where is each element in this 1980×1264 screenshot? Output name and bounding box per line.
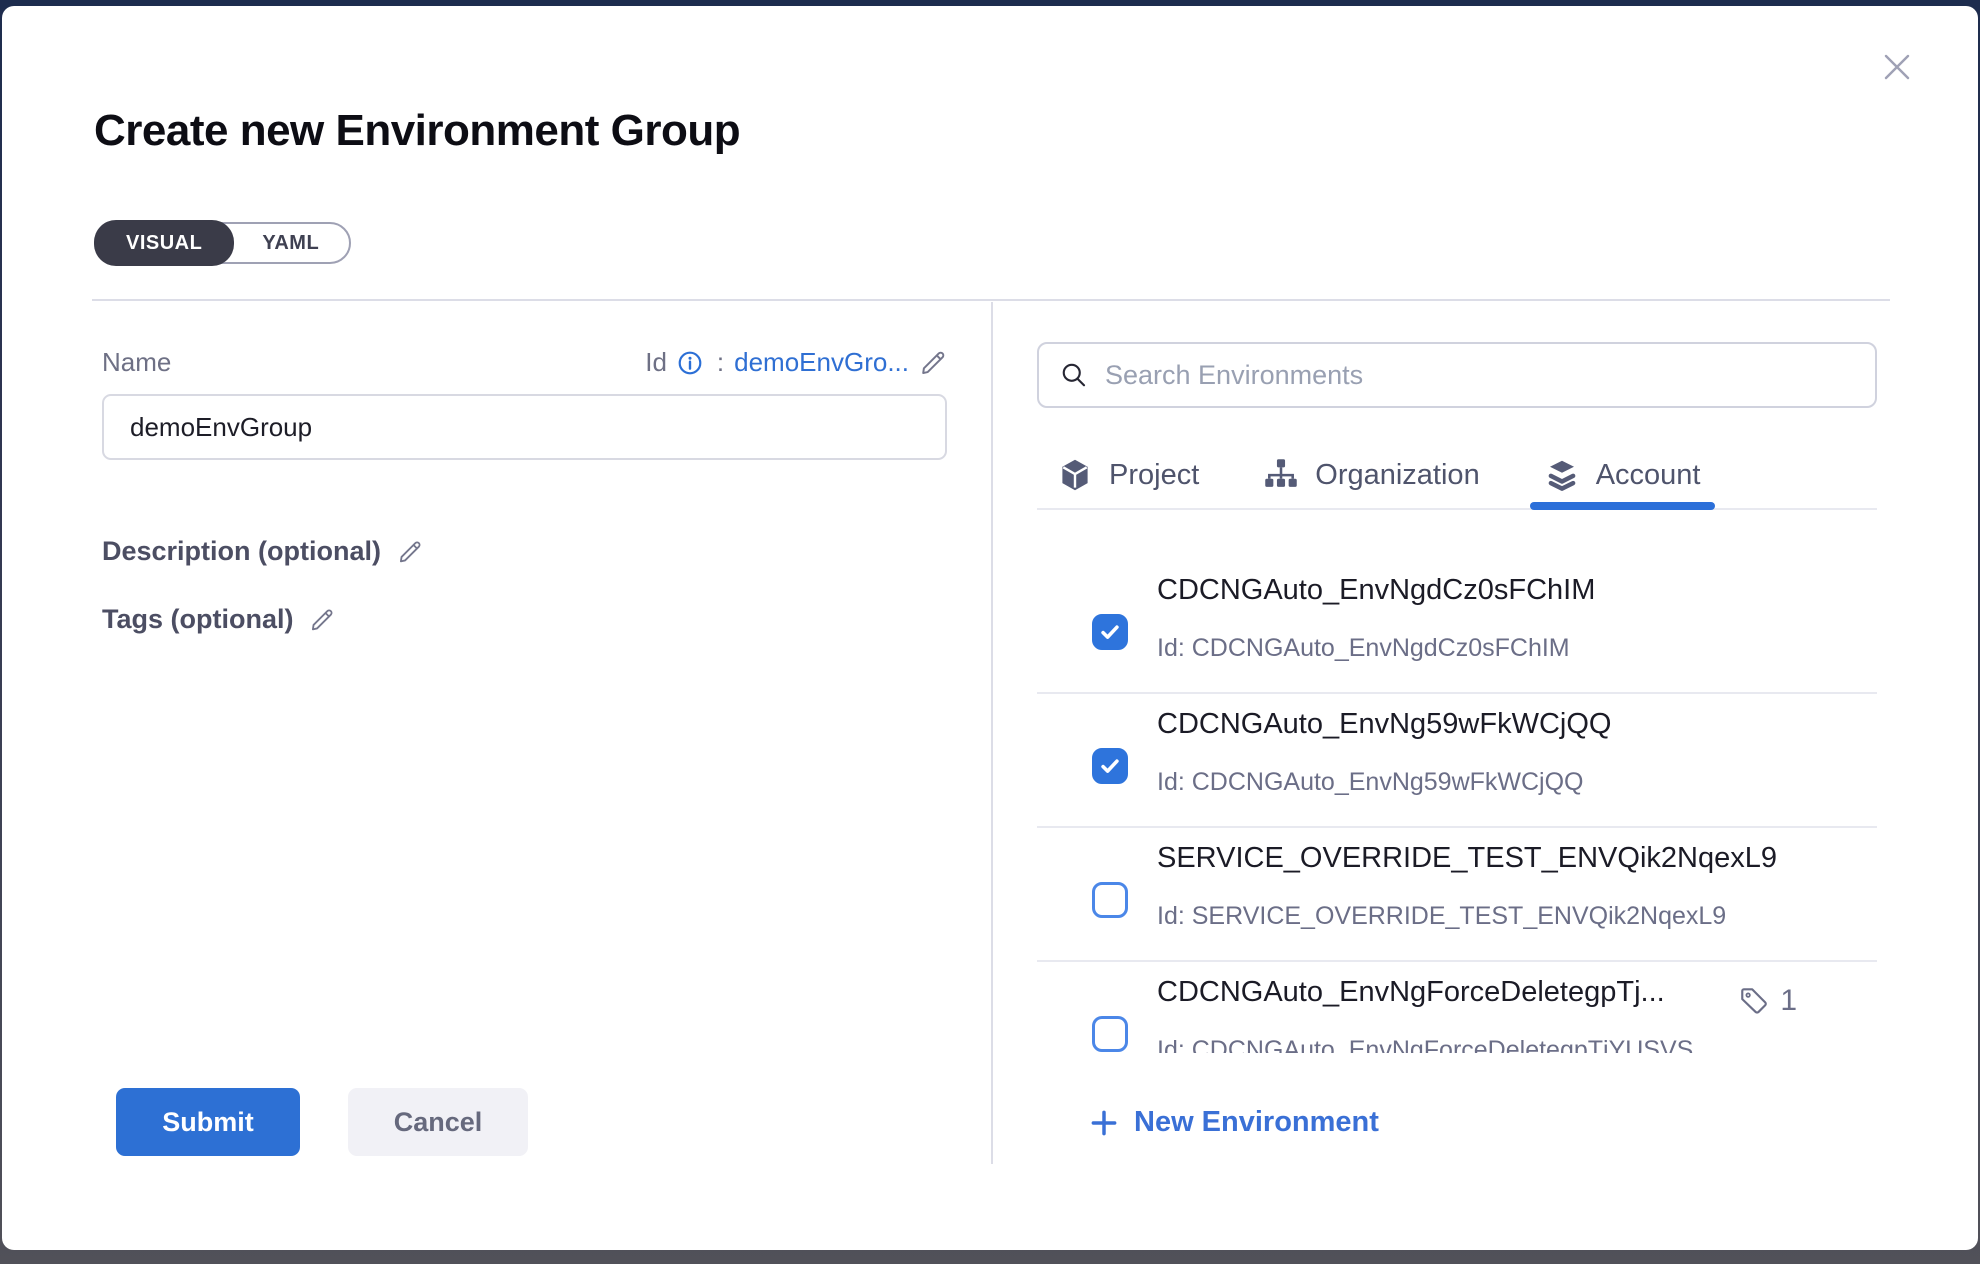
tag-count: 1 [1780,984,1797,1018]
description-row: Description (optional) [102,536,423,567]
new-environment-button[interactable]: New Environment [1088,1106,1379,1139]
environment-name: CDCNGAuto_EnvNgForceDeletegpTj... [1157,972,1737,1012]
visual-yaml-toggle: VISUAL YAML [94,222,351,264]
environment-name: CDCNGAuto_EnvNgdCz0sFChIM [1157,570,1737,610]
edit-description-pencil-icon[interactable] [397,539,423,565]
environment-list-item[interactable]: CDCNGAuto_EnvNgdCz0sFChIM Id: CDCNGAuto_… [1037,560,1877,694]
environment-id: Id: SERVICE_OVERRIDE_TEST_ENVQik2NqexL9 [1157,902,1737,931]
horizontal-divider [92,299,1890,301]
name-input[interactable] [102,394,947,460]
new-environment-label: New Environment [1134,1106,1379,1139]
cancel-button[interactable]: Cancel [348,1088,528,1156]
environment-checkbox[interactable] [1092,614,1128,650]
search-environments-box [1037,342,1877,408]
tab-account[interactable]: Account [1544,442,1701,508]
action-buttons: Submit Cancel [116,1088,528,1156]
environment-list-item[interactable]: CDCNGAuto_EnvNgForceDeletegpTj... Id: CD… [1037,962,1877,1053]
create-environment-group-modal: Create new Environment Group VISUAL YAML… [2,6,1978,1250]
close-icon[interactable] [1878,48,1916,86]
sitemap-icon [1263,457,1299,493]
tags-label: Tags (optional) [102,604,293,635]
tab-project-label: Project [1109,459,1199,492]
toggle-visual[interactable]: VISUAL [94,220,234,266]
environment-list: CDCNGAuto_EnvNgdCz0sFChIM Id: CDCNGAuto_… [1037,560,1877,1053]
environment-id: Id: CDCNGAuto_EnvNg59wFkWCjQQ [1157,768,1737,797]
id-colon: : [717,347,724,378]
environment-list-item[interactable]: CDCNGAuto_EnvNg59wFkWCjQQ Id: CDCNGAuto_… [1037,694,1877,828]
edit-tags-pencil-icon[interactable] [309,607,335,633]
layers-icon [1544,457,1580,493]
tab-organization-label: Organization [1315,459,1479,492]
check-icon [1098,620,1122,644]
tab-organization[interactable]: Organization [1263,442,1479,508]
tab-project[interactable]: Project [1057,442,1199,508]
id-value-link[interactable]: demoEnvGro... [734,347,909,378]
tags-row: Tags (optional) [102,604,335,635]
tag-badge: 1 [1738,984,1797,1018]
scope-tabs: Project Organization Account [1037,442,1877,510]
environment-checkbox[interactable] [1092,882,1128,918]
vertical-divider [991,302,993,1164]
environment-name: SERVICE_OVERRIDE_TEST_ENVQik2NqexL9 [1157,838,1737,878]
id-group: Id : demoEnvGro... [645,347,947,378]
name-id-row: Name Id : demoEnvGro... [102,347,947,378]
toggle-yaml[interactable]: YAML [232,222,349,264]
search-environments-input[interactable] [1105,360,1855,391]
environment-name: CDCNGAuto_EnvNg59wFkWCjQQ [1157,704,1737,744]
edit-id-pencil-icon[interactable] [919,349,947,377]
environment-checkbox[interactable] [1092,1016,1128,1052]
environment-checkbox[interactable] [1092,748,1128,784]
name-label: Name [102,347,171,378]
tag-icon [1738,985,1770,1017]
page-title: Create new Environment Group [94,106,740,156]
environment-id: Id: CDCNGAuto_EnvNgdCz0sFChIM [1157,634,1737,663]
info-icon[interactable] [677,350,703,376]
cube-icon [1057,457,1093,493]
search-icon [1059,360,1089,390]
environment-id: Id: CDCNGAuto_EnvNgForceDeletegpTjYUSVS [1157,1036,1737,1053]
plus-icon [1088,1107,1120,1139]
active-tab-underline [1530,502,1715,510]
tab-account-label: Account [1596,459,1701,492]
check-icon [1098,754,1122,778]
id-label: Id [645,347,667,378]
environment-list-item[interactable]: SERVICE_OVERRIDE_TEST_ENVQik2NqexL9 Id: … [1037,828,1877,962]
description-label: Description (optional) [102,536,381,567]
submit-button[interactable]: Submit [116,1088,300,1156]
